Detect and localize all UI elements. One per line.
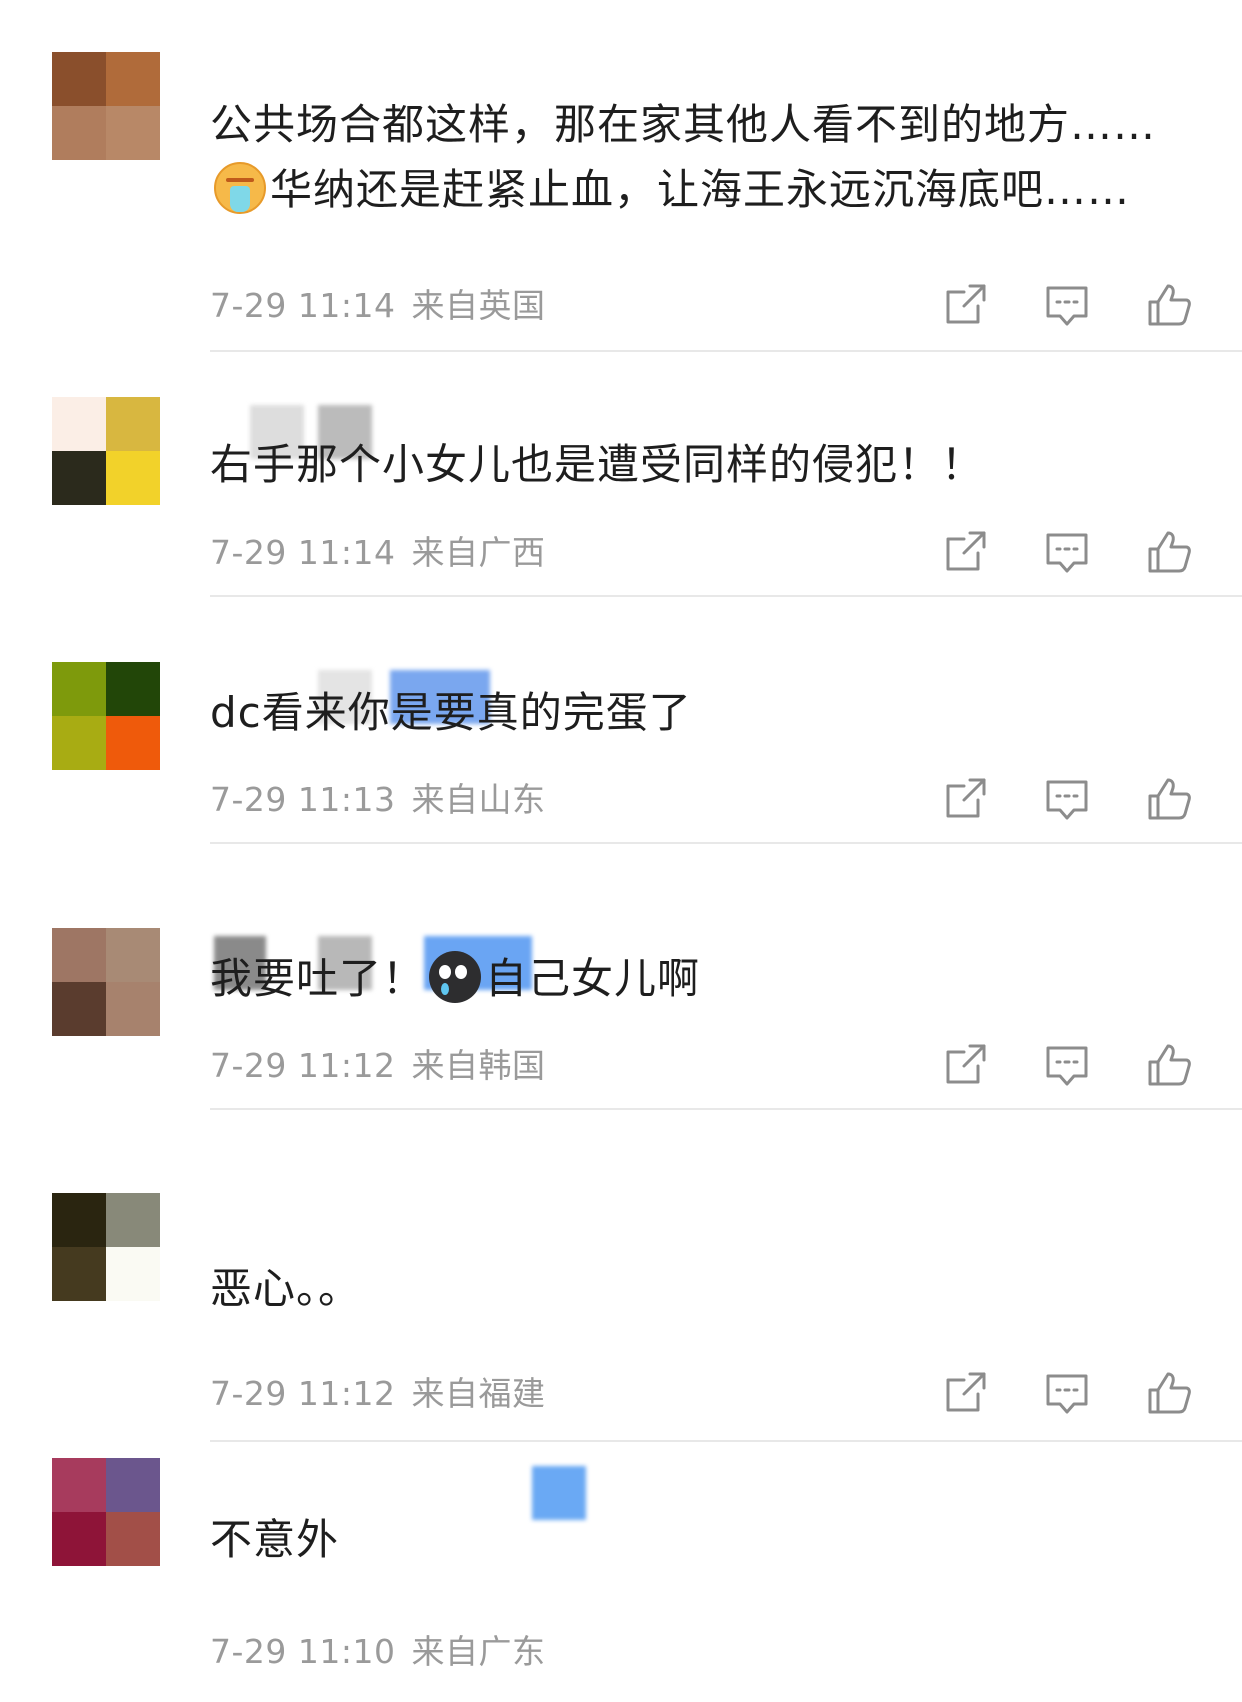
comment-button[interactable] — [1042, 774, 1092, 824]
comment-location: 来自英国 — [411, 286, 546, 325]
avatar-pixel — [106, 52, 160, 106]
avatar-pixel — [52, 662, 106, 716]
avatar[interactable] — [52, 1458, 160, 1566]
share-button[interactable] — [940, 774, 990, 824]
comment-location: 来自山东 — [411, 780, 546, 819]
divider — [210, 842, 1242, 844]
like-button[interactable] — [1144, 527, 1194, 577]
avatar-pixel — [106, 397, 160, 451]
comment-icon — [1042, 280, 1092, 330]
crying-emoji — [429, 951, 482, 1003]
like-button[interactable] — [1144, 774, 1194, 824]
like-icon — [1144, 1040, 1194, 1090]
comment-button[interactable] — [1042, 527, 1092, 577]
avatar-pixel — [106, 716, 160, 770]
comment-text-part: 公共场合都这样，那在家其他人看不到的地方…… — [210, 100, 1157, 149]
comment-text-part: 不意外 — [210, 1515, 340, 1564]
comment-meta: 7-29 11:10 来自广东 — [210, 1632, 546, 1672]
comment-location: 来自广东 — [411, 1632, 546, 1671]
comment-meta: 7-29 11:14 来自英国 — [210, 286, 546, 326]
comment-location: 来自韩国 — [411, 1046, 546, 1085]
comment-text-part: 恶心。。 — [210, 1264, 362, 1313]
comment-item: 不意外 7-29 11:10 来自广东 — [0, 1406, 1242, 1672]
comment-text: 公共场合都这样，那在家其他人看不到的地方…… 华纳还是赶紧止血，让海王永远沉海底吧… — [210, 92, 1200, 222]
comment-item: 公共场合都这样，那在家其他人看不到的地方…… 华纳还是赶紧止血，让海王永远沉海底吧… — [0, 0, 1242, 352]
avatar[interactable] — [52, 52, 160, 160]
avatar-pixel — [52, 106, 106, 160]
share-button[interactable] — [940, 527, 990, 577]
avatar-pixel — [106, 1247, 160, 1301]
comment-icon — [1042, 527, 1092, 577]
like-icon — [1144, 527, 1194, 577]
avatar-pixel — [106, 1458, 160, 1512]
share-icon — [940, 1040, 990, 1090]
avatar-pixel — [52, 716, 106, 770]
comment-location: 来自广西 — [411, 533, 546, 572]
comment-actions — [940, 527, 1200, 577]
like-icon — [1144, 280, 1194, 330]
comment-time: 7-29 11:14 — [210, 286, 396, 325]
like-button[interactable] — [1144, 280, 1194, 330]
comment-text: 不意外 — [210, 1507, 1200, 1572]
comment-text-part: 华纳还是赶紧止血，让海王永远沉海底吧…… — [270, 165, 1131, 214]
avatar[interactable] — [52, 662, 160, 770]
avatar[interactable] — [52, 928, 160, 1036]
avatar-pixel — [106, 106, 160, 160]
avatar-pixel — [52, 451, 106, 505]
share-icon — [940, 774, 990, 824]
vomit-emoji — [214, 162, 266, 214]
comment-text-part: 我要吐了！ — [210, 954, 426, 1003]
avatar-pixel — [106, 982, 160, 1036]
comment-button[interactable] — [1042, 280, 1092, 330]
comment-icon — [1042, 1040, 1092, 1090]
comment-text: 我要吐了！ 自己女儿啊 — [210, 946, 1200, 1011]
comment-text-part: dc看来你是要真的完蛋了 — [210, 688, 692, 737]
comment-meta: 7-29 11:13 来自山东 — [210, 780, 546, 820]
comment-actions — [940, 774, 1200, 824]
share-button[interactable] — [940, 280, 990, 330]
avatar-pixel — [106, 451, 160, 505]
like-button[interactable] — [1144, 1040, 1194, 1090]
avatar-pixel — [52, 1193, 106, 1247]
avatar-pixel — [52, 1512, 106, 1566]
avatar-pixel — [52, 928, 106, 982]
avatar-pixel — [52, 52, 106, 106]
comment-text: 恶心。。 — [210, 1256, 1200, 1321]
comment-item: 恶心。。 7-29 11:12 来自福建 — [0, 1141, 1242, 1442]
divider — [210, 595, 1242, 597]
comment-button[interactable] — [1042, 1040, 1092, 1090]
share-button[interactable] — [940, 1040, 990, 1090]
share-icon — [940, 527, 990, 577]
avatar[interactable] — [52, 397, 160, 505]
comment-time: 7-29 11:12 — [210, 1046, 396, 1085]
comment-meta: 7-29 11:12 来自韩国 — [210, 1046, 546, 1086]
avatar-pixel — [106, 1193, 160, 1247]
avatar-pixel — [52, 1458, 106, 1512]
avatar-pixel — [52, 397, 106, 451]
avatar-pixel — [52, 982, 106, 1036]
comment-text-part: 自己女儿啊 — [485, 954, 701, 1003]
comment-actions — [940, 1040, 1200, 1090]
comment-meta: 7-29 11:14 来自广西 — [210, 533, 546, 573]
comment-list: 公共场合都这样，那在家其他人看不到的地方…… 华纳还是赶紧止血，让海王永远沉海底吧… — [0, 0, 1242, 1702]
avatar-pixel — [106, 928, 160, 982]
like-icon — [1144, 774, 1194, 824]
comment-icon — [1042, 774, 1092, 824]
comment-time: 7-29 11:13 — [210, 780, 396, 819]
avatar-pixel — [106, 1512, 160, 1566]
comment-item: 我要吐了！ 自己女儿啊 7-29 11:12 来自韩国 — [0, 876, 1242, 1140]
comment-item: 右手那个小女儿也是遭受同样的侵犯！！ 7-29 11:14 来自广西 — [0, 345, 1242, 609]
comment-time: 7-29 11:14 — [210, 533, 396, 572]
avatar-pixel — [52, 1247, 106, 1301]
avatar-pixel — [106, 662, 160, 716]
comment-item: dc看来你是要真的完蛋了 7-29 11:13 来自山东 — [0, 610, 1242, 874]
divider — [210, 1108, 1242, 1110]
comment-text-part: 右手那个小女儿也是遭受同样的侵犯！！ — [210, 440, 985, 489]
share-icon — [940, 280, 990, 330]
comment-time: 7-29 11:10 — [210, 1632, 396, 1671]
comment-text: 右手那个小女儿也是遭受同样的侵犯！！ — [210, 432, 1200, 497]
avatar[interactable] — [52, 1193, 160, 1301]
comment-actions — [940, 280, 1200, 330]
comment-text: dc看来你是要真的完蛋了 — [210, 680, 1200, 745]
